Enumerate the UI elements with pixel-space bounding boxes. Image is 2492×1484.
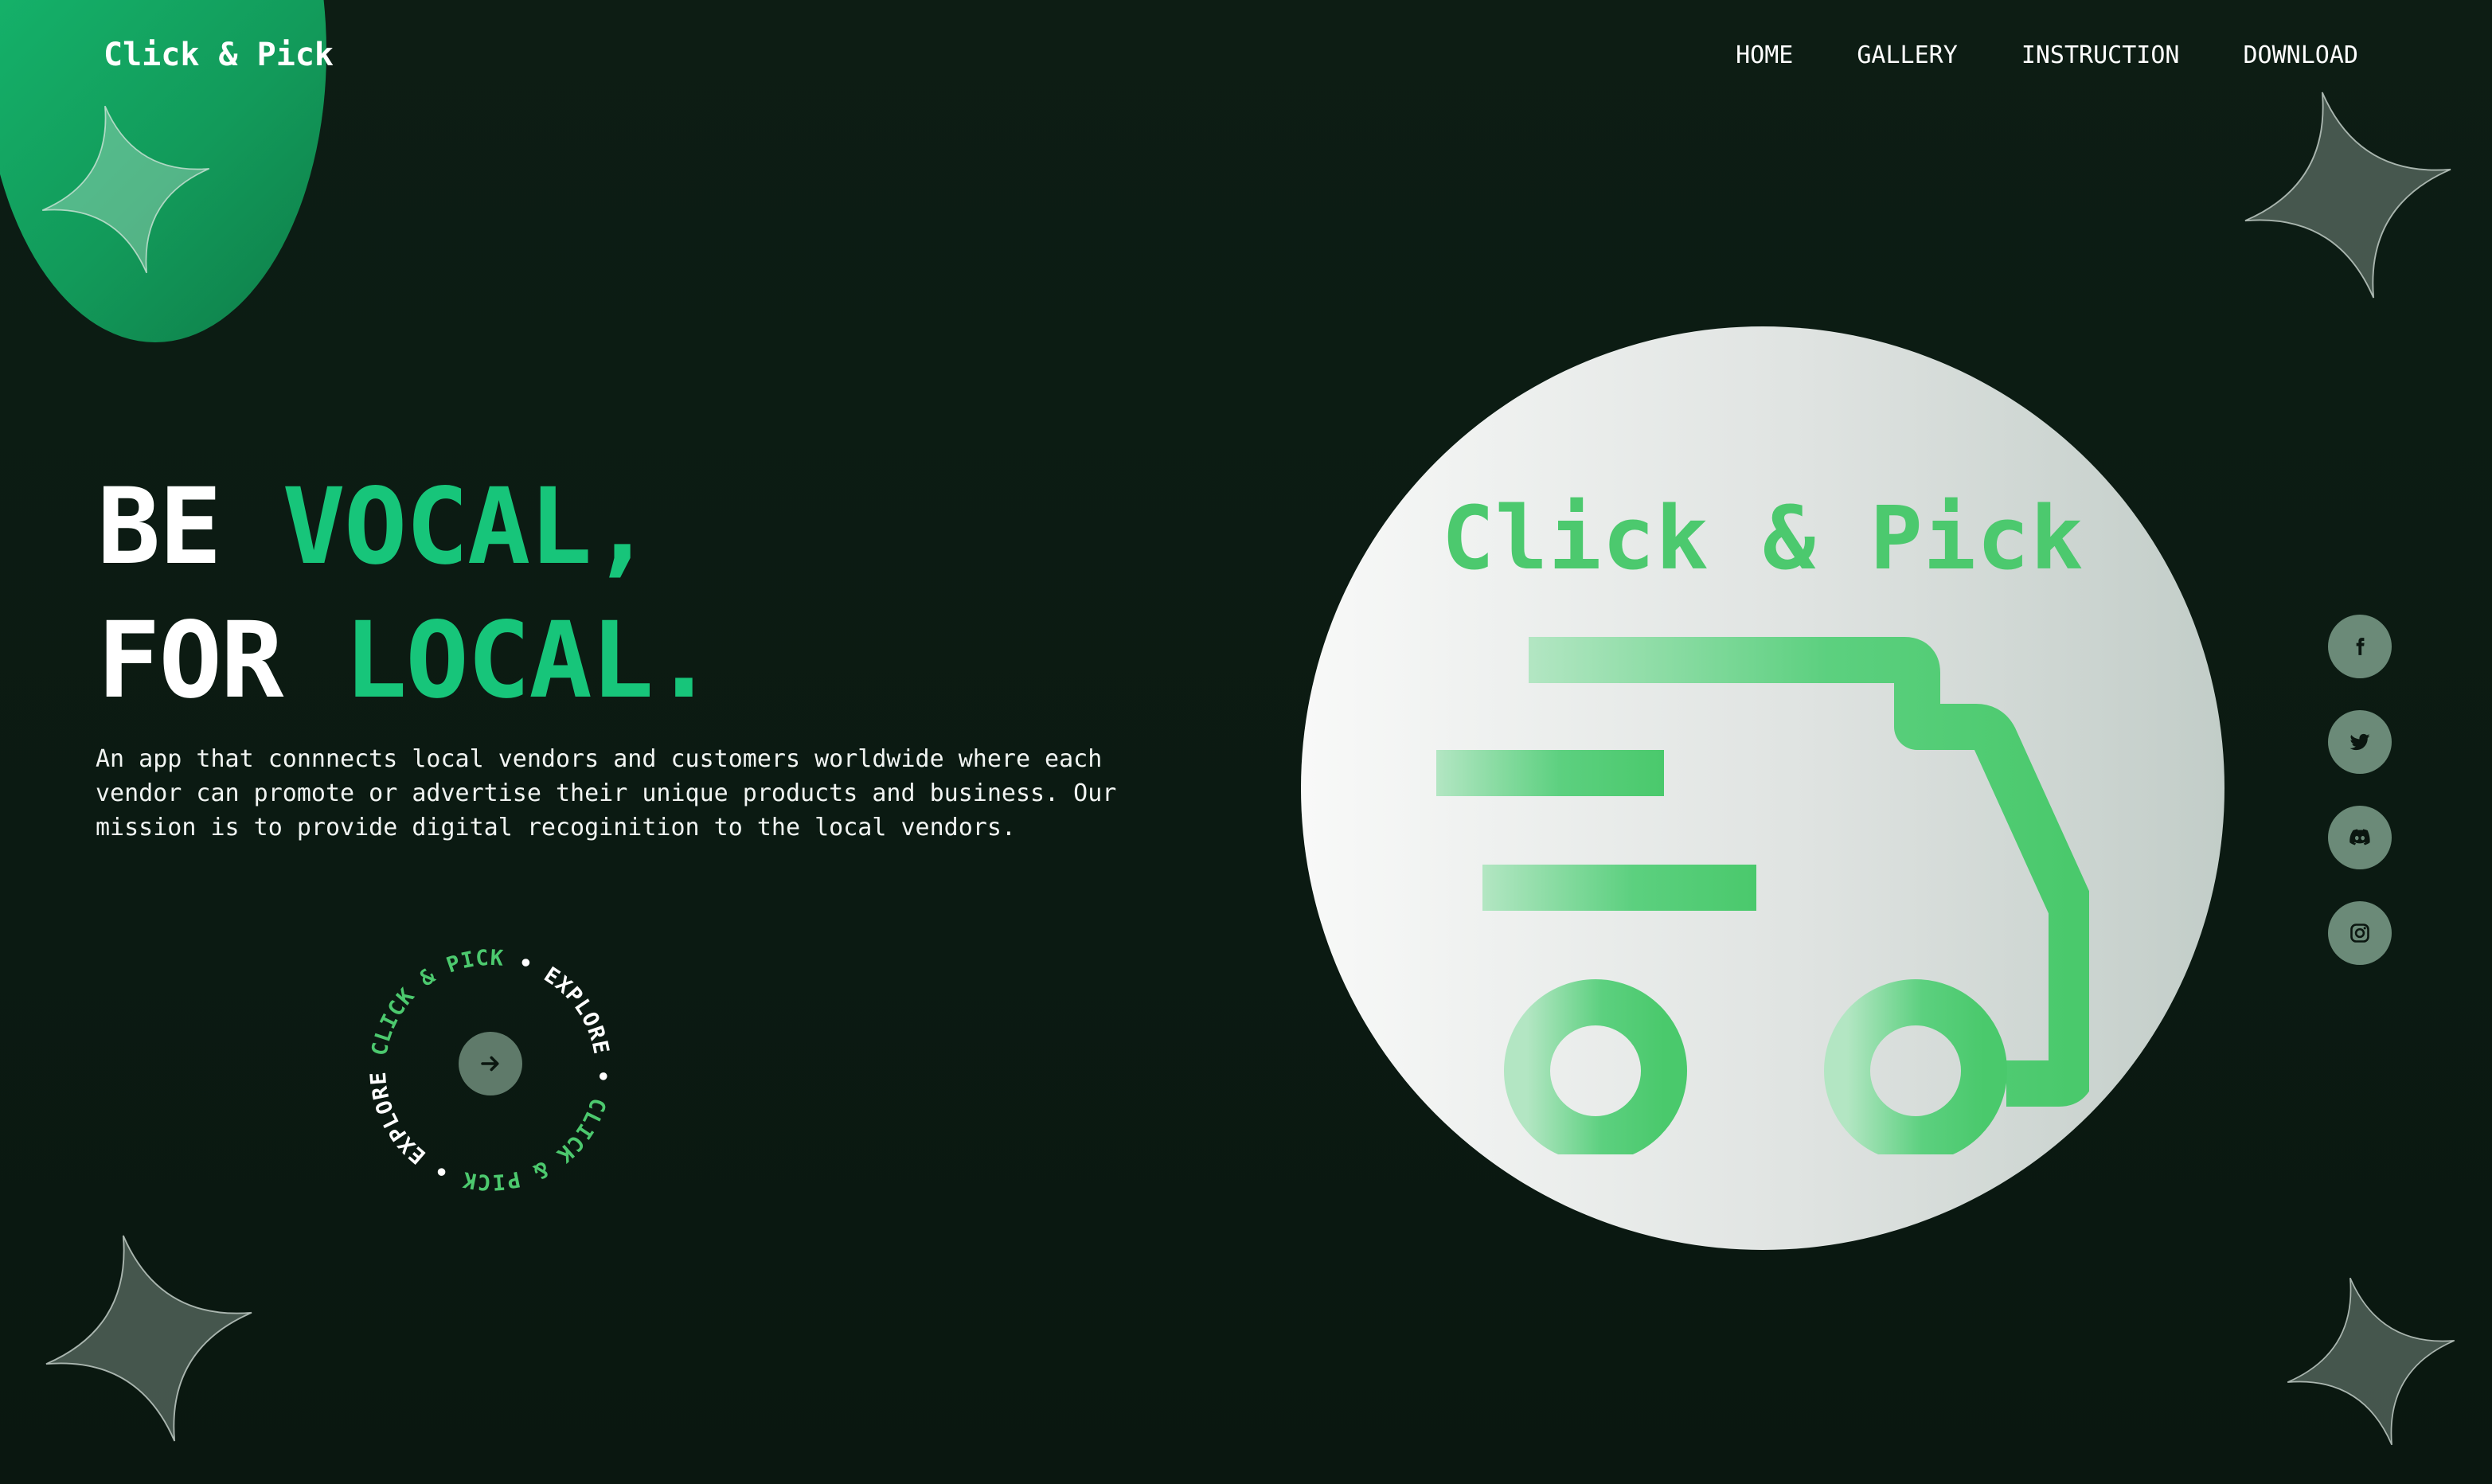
sparkle-icon-top-left <box>41 105 210 274</box>
twitter-icon <box>2349 733 2370 751</box>
nav-link-instruction[interactable]: INSTRUCTION <box>2021 41 2180 69</box>
main-nav: HOME GALLERY INSTRUCTION DOWNLOAD <box>1736 41 2358 69</box>
twitter-link[interactable] <box>2328 710 2392 774</box>
hero-word-local: LOCAL. <box>343 599 716 722</box>
hero-word-be: BE <box>97 466 283 588</box>
instagram-icon <box>2350 924 2369 943</box>
facebook-icon <box>2356 638 2365 655</box>
explore-button[interactable] <box>459 1032 522 1095</box>
discord-icon <box>2349 829 2370 845</box>
nav-link-gallery[interactable]: GALLERY <box>1857 41 1957 69</box>
logo-title: Click & Pick <box>1441 487 2084 589</box>
arrow-right-icon <box>481 1056 499 1072</box>
facebook-link[interactable] <box>2328 615 2392 678</box>
hero-line-2: FOR LOCAL. <box>97 594 716 728</box>
discord-link[interactable] <box>2328 806 2392 869</box>
delivery-truck-icon <box>1436 637 2089 1154</box>
brand-logo-link[interactable]: Click & Pick <box>104 37 334 73</box>
instagram-link[interactable] <box>2328 901 2392 965</box>
sparkle-icon-top-right <box>2244 92 2451 299</box>
sparkle-icon-bottom-right <box>2287 1277 2455 1446</box>
hero-word-for: FOR <box>97 599 344 722</box>
hero-description: An app that connnects local vendors and … <box>96 745 1117 842</box>
explore-badge[interactable]: CLICK & PICK • EXPLORE • CLICK & PICK • … <box>358 938 623 1202</box>
sparkle-icon-bottom-left <box>45 1235 252 1442</box>
app-logo-circle: Click & Pick <box>1301 326 2224 1250</box>
hero-headline: BE VOCAL, FOR LOCAL. <box>97 460 716 728</box>
social-links <box>2328 615 2392 965</box>
nav-link-home[interactable]: HOME <box>1736 41 1793 69</box>
nav-link-download[interactable]: DOWNLOAD <box>2244 41 2359 69</box>
hero-word-vocal: VOCAL, <box>282 466 654 588</box>
hero-line-1: BE VOCAL, <box>97 460 714 594</box>
